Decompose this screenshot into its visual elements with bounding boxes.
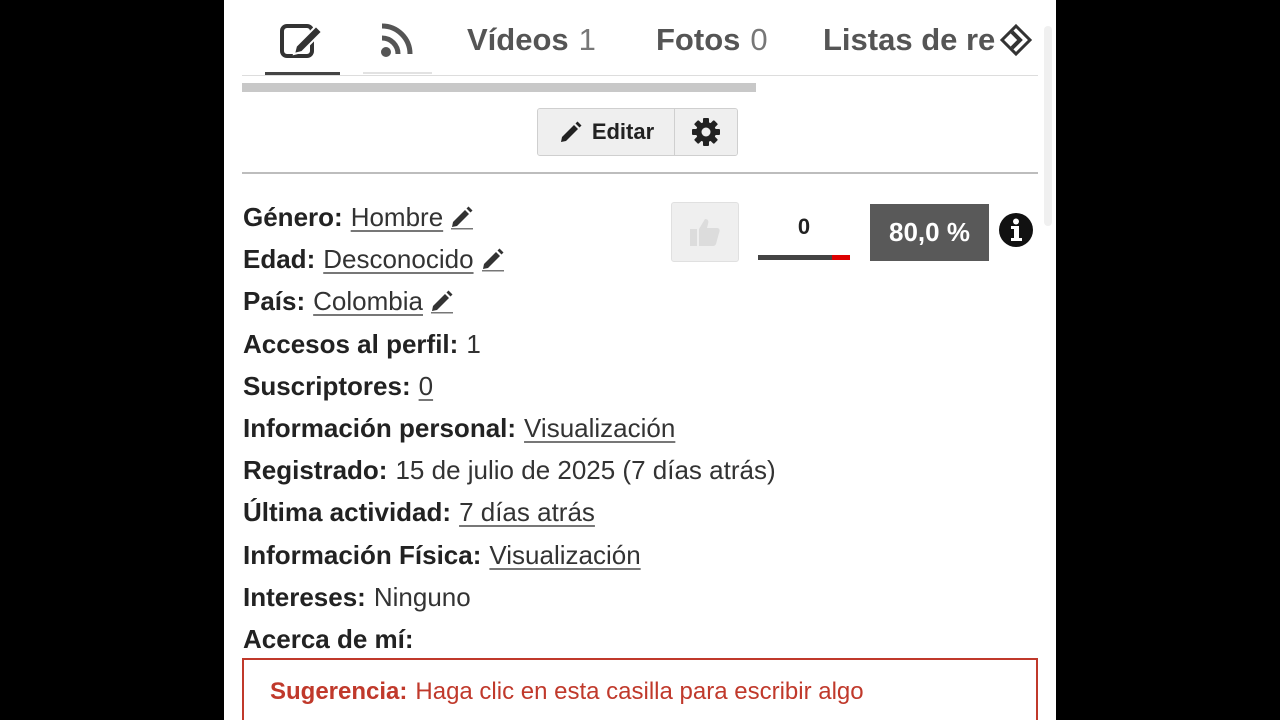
tab-videos-count: 1 [578,22,596,57]
tab-fotos-label: Fotos [656,22,741,57]
tab-listas[interactable]: Listas de re [823,14,1013,66]
interests-label: Intereses: [243,581,366,612]
registered-row: Registrado: 15 de julio de 2025 (7 días … [243,449,803,491]
age-label: Edad: [243,244,316,275]
about-me-textbox[interactable]: Sugerencia: Haga clic en esta casilla par… [242,658,1038,720]
tab-videos[interactable]: Vídeos 1 [467,14,596,66]
like-button[interactable] [671,202,739,262]
pencil-icon[interactable] [480,246,506,272]
personal-info-row: Información personal: Visualización [243,407,803,449]
vertical-scrollbar[interactable] [1044,26,1052,226]
tab-listas-label: Listas de re [823,22,996,57]
gender-value[interactable]: Hombre [351,196,443,238]
profile-views-row: Accesos al perfil: 1 [243,323,803,365]
edit-button-label: Editar [591,119,655,144]
interests-row: Intereses: Ninguno [243,576,803,618]
edit-button-group: Editar [537,108,738,156]
age-value[interactable]: Desconocido [323,238,473,280]
personal-info-label: Información personal: [243,413,517,444]
about-row: Acerca de mí: [243,618,803,660]
info-icon[interactable] [998,212,1034,248]
tab-bar: Vídeos 1 Fotos 0 Listas de re [224,0,1056,76]
tab-videos-label: Vídeos [467,22,569,57]
registered-label: Registrado: [243,455,388,486]
profile-details: Género: Hombre Edad: Desconocido País: C… [243,196,803,660]
pencil-icon [560,121,582,142]
last-activity-link[interactable]: 7 días atrás [459,491,595,533]
interests-value: Ninguno [373,581,471,612]
rating-bar [758,255,850,260]
gear-icon [692,118,720,146]
rss-feed-icon[interactable] [370,14,426,66]
thumbs-up-icon [690,219,720,246]
subscribers-label: Suscriptores: [243,370,411,401]
country-value[interactable]: Colombia [313,280,423,322]
registered-value: 15 de julio de 2025 (7 días atrás) [395,455,776,486]
tab-indicator [363,72,432,74]
subscribers-row: Suscriptores: 0 [243,365,803,407]
country-row: País: Colombia [243,280,803,322]
settings-button[interactable] [675,109,737,155]
pencil-icon[interactable] [449,204,475,230]
suggestion-hint: Sugerencia: Haga clic en esta casilla par… [270,678,864,706]
last-activity-row: Última actividad: 7 días atrás [243,491,803,533]
suggestion-text: Haga clic en esta casilla para escribir … [415,678,864,705]
suggestion-label: Sugerencia: [270,678,408,705]
rating-bar-dislike [831,255,850,260]
subscribers-value[interactable]: 0 [419,365,433,407]
physical-info-link[interactable]: Visualización [489,534,640,576]
chevron-right-icon[interactable] [996,20,1036,60]
profile-views-label: Accesos al perfil: [243,328,459,359]
profile-views-value: 1 [466,328,481,359]
country-label: País: [243,286,306,317]
physical-info-row: Información Física: Visualización [243,534,803,576]
section-divider [242,172,1038,174]
tab-bar-border [242,75,1038,76]
physical-info-label: Información Física: [243,539,482,570]
profile-panel: Vídeos 1 Fotos 0 Listas de re Editar Gén… [224,0,1056,720]
rating-percent-badge: 80,0 % [870,204,989,261]
tab-fotos-count: 0 [750,22,768,57]
pencil-icon[interactable] [429,288,455,314]
about-label: Acerca de mí: [243,623,414,654]
like-count: 0 [797,214,811,239]
personal-info-link[interactable]: Visualización [524,407,675,449]
tab-fotos[interactable]: Fotos 0 [656,14,768,66]
edit-button[interactable]: Editar [538,109,675,155]
last-activity-label: Última actividad: [243,497,452,528]
horizontal-scrollbar[interactable] [242,83,756,92]
edit-note-icon[interactable] [274,14,330,66]
gender-label: Género: [243,202,343,233]
